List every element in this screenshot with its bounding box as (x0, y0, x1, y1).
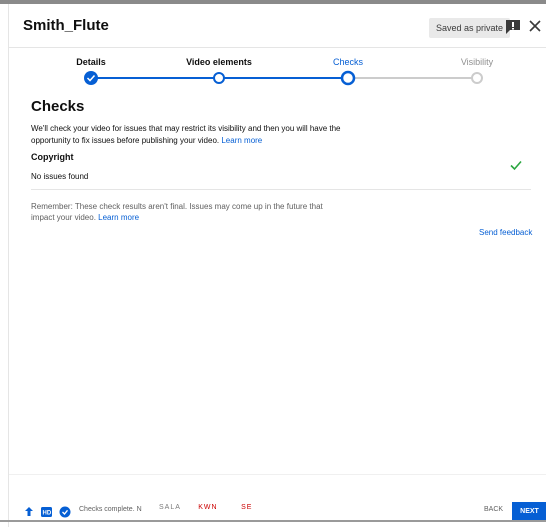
back-button[interactable]: BACK (484, 506, 503, 513)
remember-learn-more-link[interactable]: Learn more (98, 213, 139, 222)
window-bottom-border (0, 520, 546, 522)
footer-status-icons: HD (25, 506, 71, 518)
step-checks-label[interactable]: Checks (333, 57, 363, 67)
svg-text:HD: HD (43, 511, 52, 517)
checks-section: Checks We'll check your video for issues… (31, 98, 531, 147)
stepper-progress-track (84, 70, 483, 86)
upload-icon[interactable] (25, 507, 33, 516)
check-icon (510, 160, 522, 171)
step-checks-dot[interactable] (340, 70, 356, 86)
footer-render-artifacts: SALA KWN SE (159, 504, 252, 511)
step-visibility-label[interactable]: Visibility (461, 57, 493, 67)
saved-as-private-badge: Saved as private (429, 18, 511, 38)
step-video-elements-dot[interactable] (213, 72, 225, 84)
copyright-title: Copyright (31, 152, 74, 162)
step-video-elements-label[interactable]: Video elements (186, 57, 252, 67)
remember-text: Remember: These check results aren't fin… (31, 202, 323, 222)
footer-artifact-text-1: SALA (159, 504, 181, 511)
dialog-header: Smith_Flute Saved as private (9, 4, 546, 48)
upload-dialog: Smith_Flute Saved as private Details Vid… (8, 4, 546, 527)
checks-title: Checks (31, 98, 85, 115)
upload-stepper: Details Video elements Checks Visibility (9, 54, 546, 94)
next-button[interactable]: NEXT (512, 502, 546, 522)
checks-description-text: We'll check your video for issues that m… (31, 124, 341, 145)
video-title: Smith_Flute (23, 17, 109, 34)
close-icon[interactable] (527, 18, 543, 34)
remember-note: Remember: These check results aren't fin… (31, 201, 331, 223)
hd-icon[interactable]: HD (41, 507, 52, 517)
footer-divider (9, 474, 546, 475)
step-visibility-dot[interactable] (471, 72, 483, 84)
footer-status-text: Checks complete. N (79, 506, 142, 513)
feedback-icon[interactable] (504, 18, 522, 36)
step-details-label[interactable]: Details (76, 57, 106, 67)
copyright-status: No issues found (31, 172, 89, 181)
footer-artifact-text-2: KWN (198, 504, 218, 511)
send-feedback-link[interactable]: Send feedback (479, 228, 532, 237)
checks-description: We'll check your video for issues that m… (31, 123, 341, 147)
step-details-dot[interactable] (84, 71, 98, 85)
footer-artifact-text-3: SE (241, 504, 253, 511)
copyright-check: Copyright No issues found (31, 152, 531, 190)
checks-complete-icon[interactable] (59, 506, 71, 518)
learn-more-link[interactable]: Learn more (221, 136, 262, 145)
